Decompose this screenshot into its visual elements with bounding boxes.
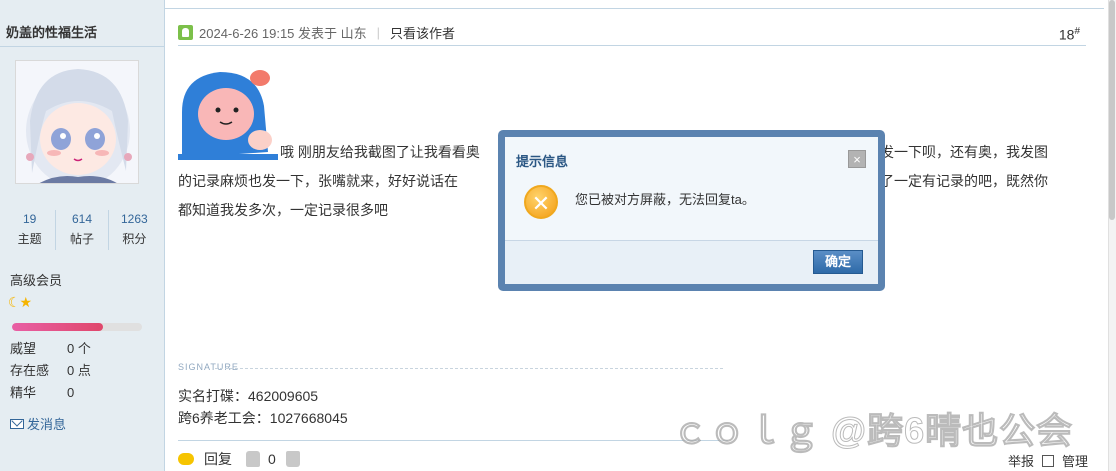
footer-divider <box>178 440 728 441</box>
stat-posts-value: 614 <box>71 212 92 226</box>
warning-icon: ✕ <box>524 185 558 219</box>
user-sidebar: 奶盖的性福生活 19 主题 614 帖子 1263 积分 高级会员 ☾★ 威望 … <box>0 0 165 471</box>
stat-points-value: 1263 <box>120 212 148 226</box>
post-line-2-right: 了一定有记录的吧，既然你 <box>880 173 1048 189</box>
stat-points-label: 积分 <box>122 232 147 246</box>
avatar-image <box>16 61 138 183</box>
attr-key: 精华 <box>10 385 37 400</box>
stat-topics-value: 19 <box>22 212 37 226</box>
attr-value: 0 <box>67 385 75 400</box>
manage-checkbox[interactable] <box>1041 454 1054 467</box>
header-separator: | <box>376 25 381 40</box>
reply-icon <box>178 453 194 465</box>
post-meta: 2024-6-26 19:15 发表于 山东 <box>199 26 367 41</box>
like-count: 0 <box>268 451 276 467</box>
stat-posts[interactable]: 614 帖子 <box>56 210 109 250</box>
stat-posts-label: 帖子 <box>69 232 94 246</box>
post-actions: 回复 0 <box>178 449 300 469</box>
stat-points[interactable]: 1263 积分 <box>109 210 160 250</box>
thumbs-down-icon[interactable] <box>285 451 300 467</box>
user-stats: 19 主题 614 帖子 1263 积分 <box>4 210 160 250</box>
level-stars-icon: ☾★ <box>8 294 32 310</box>
mail-icon <box>10 418 24 429</box>
signature-label: SIGNATURE <box>178 362 239 372</box>
username[interactable]: 奶盖的性福生活 <box>6 22 97 41</box>
dialog-footer: 确定 <box>505 240 878 284</box>
stat-topics-label: 主题 <box>17 232 42 246</box>
dialog-title: 提示信息 <box>516 154 569 169</box>
send-message-link[interactable]: 发消息 <box>10 414 66 433</box>
floor-value: 18 <box>1058 26 1075 43</box>
alert-dialog: 提示信息 × ✕ 您已被对方屏蔽，无法回复ta。 确定 <box>498 130 885 291</box>
avatar[interactable] <box>15 60 139 184</box>
level-progress-fill <box>12 323 103 331</box>
post-line-1-right: 发一下呗，还有奥，我发图 <box>880 144 1048 160</box>
scrollbar-thumb[interactable] <box>1109 0 1115 220</box>
dialog-message: 您已被对方屏蔽，无法回复ta。 <box>575 192 755 207</box>
scrollbar-track[interactable] <box>1108 0 1116 471</box>
user-attributes: 威望 0 个 存在感 0 点 精华 0 <box>10 338 91 404</box>
attr-value: 0 个 <box>67 341 91 356</box>
attr-value: 0 点 <box>67 363 91 378</box>
attr-row: 存在感 0 点 <box>10 360 91 382</box>
online-status-icon <box>178 25 193 40</box>
post-content-right: 发一下呗，还有奥，我发图 了一定有记录的吧，既然你 <box>880 138 1080 196</box>
reply-button[interactable]: 回复 <box>204 449 232 469</box>
floor-number[interactable]: 18# <box>1059 26 1080 43</box>
signature-divider <box>215 368 723 369</box>
sidebar-divider <box>0 46 165 47</box>
user-level[interactable]: 高级会员 <box>10 270 62 289</box>
attr-key: 威望 <box>10 341 37 356</box>
attr-row: 精华 0 <box>10 382 91 404</box>
stat-topics[interactable]: 19 主题 <box>4 210 57 250</box>
thumbs-up-icon[interactable] <box>246 451 260 467</box>
dialog-body: 提示信息 × ✕ 您已被对方屏蔽，无法回复ta。 确定 <box>505 137 878 284</box>
only-author-link[interactable]: 只看该作者 <box>390 23 455 42</box>
send-message-label: 发消息 <box>27 417 67 432</box>
signature-line: 实名打碟：462009605 <box>178 388 319 404</box>
confirm-button[interactable]: 确定 <box>813 250 863 274</box>
attr-row: 威望 0 个 <box>10 338 91 360</box>
attr-key: 存在感 <box>10 363 50 378</box>
close-icon[interactable]: × <box>848 150 866 168</box>
signature-line: 跨6养老工会：1027668045 <box>178 410 348 426</box>
watermark: ｃｏｌｇ @跨6晴也公会 <box>671 410 1074 452</box>
level-progress-bar <box>12 323 142 331</box>
post-header: 2024-6-26 19:15 发表于 山东 | 只看该作者 <box>178 20 1086 46</box>
floor-mark: # <box>1074 26 1080 37</box>
page-top-border <box>165 8 1104 9</box>
